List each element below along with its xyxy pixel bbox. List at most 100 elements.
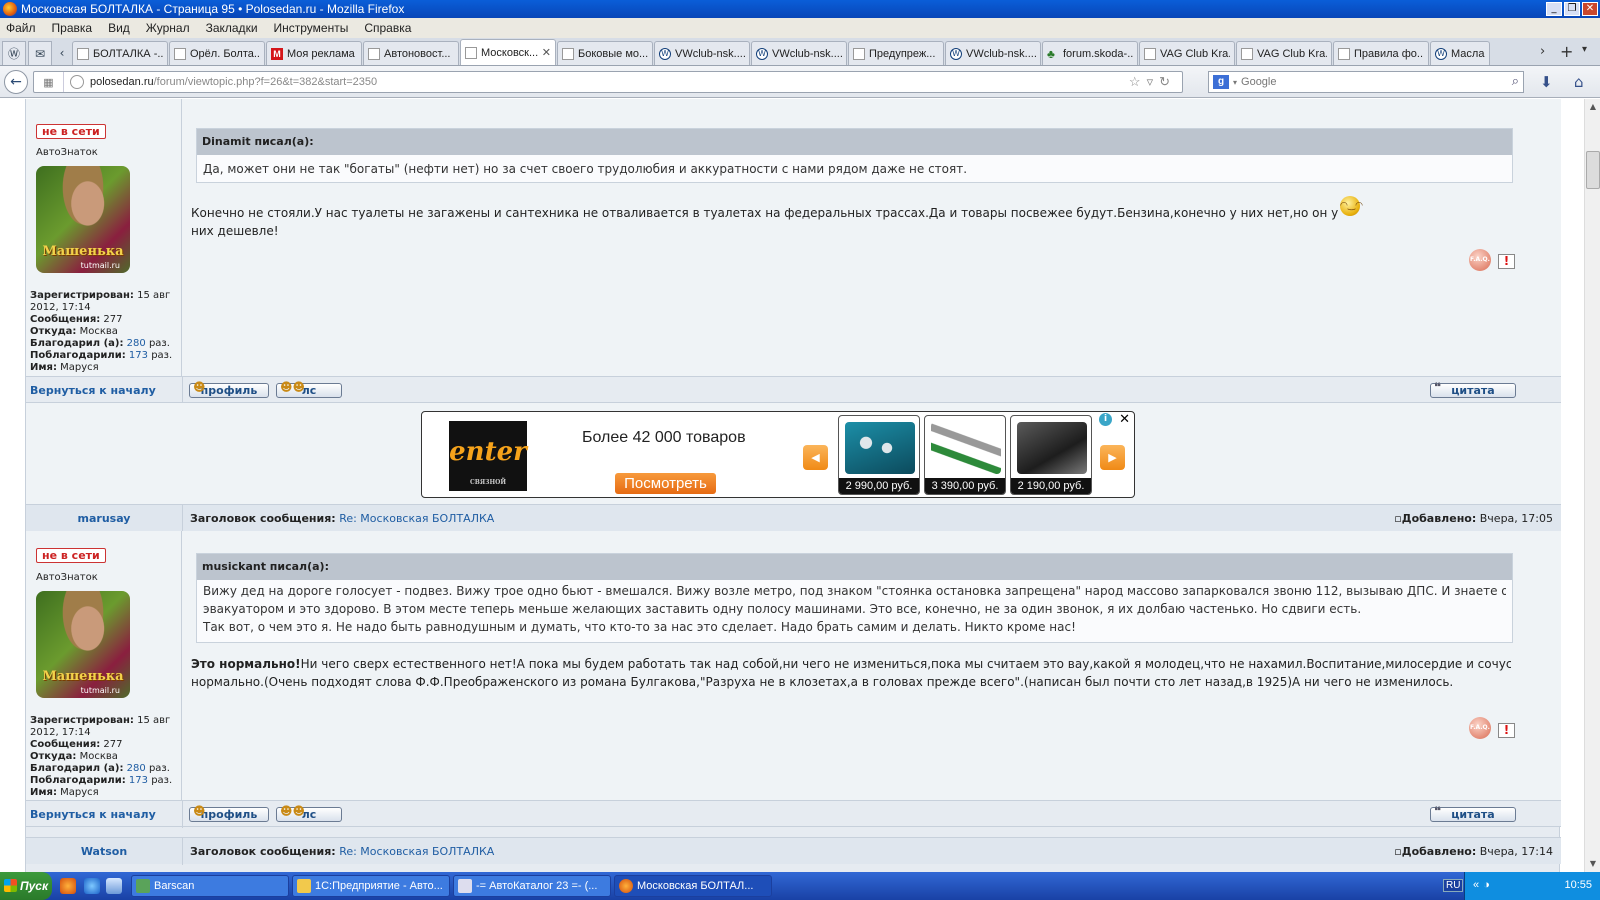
- tab-vagclub-2[interactable]: VAG Club Kra...: [1236, 41, 1332, 65]
- menu-view[interactable]: Вид: [108, 21, 130, 35]
- tab-warning[interactable]: Предупреж...: [848, 41, 944, 65]
- ad-prev-arrow-icon[interactable]: ◀: [803, 445, 828, 470]
- tab-rules[interactable]: Правила фо...: [1333, 41, 1429, 65]
- thanks-link[interactable]: 173: [129, 350, 148, 361]
- tab-vagclub-1[interactable]: VAG Club Kra...: [1139, 41, 1235, 65]
- address-bar[interactable]: ▦ polosedan.ru/forum/viewtopic.php?f=26&…: [33, 71, 1183, 93]
- ie-quicklaunch-icon[interactable]: [84, 878, 100, 894]
- report-icon[interactable]: !: [1498, 723, 1515, 738]
- profile-button[interactable]: ☻ профиль: [189, 381, 269, 398]
- tray-icons[interactable]: «◑: [1473, 879, 1494, 891]
- ad-close-icon[interactable]: ✕: [1119, 412, 1130, 427]
- new-tab-icon[interactable]: +: [1560, 42, 1573, 61]
- post-author[interactable]: Watson: [26, 845, 182, 858]
- tab-skoda[interactable]: ♣ forum.skoda-...: [1042, 41, 1138, 65]
- bookmarks-menu-icon[interactable]: ▦: [34, 72, 64, 92]
- menu-bookmarks[interactable]: Закладки: [206, 21, 258, 35]
- tree-icon: ♣: [1047, 46, 1055, 61]
- ad-headline: Более 42 000 товаров: [582, 429, 746, 446]
- avatar[interactable]: Машенька tutmail.ru: [36, 591, 130, 698]
- task-1c[interactable]: 1С:Предприятие - Авто...: [292, 875, 450, 897]
- page-icon: [77, 47, 89, 60]
- minimize-button[interactable]: _: [1546, 2, 1562, 16]
- bookmark-star-icon[interactable]: ☆: [1129, 74, 1147, 89]
- search-bar[interactable]: g ▾ Google ⌕: [1208, 71, 1524, 93]
- tab-moscow-active[interactable]: Московск... ✕: [460, 39, 556, 65]
- ad-product-2[interactable]: 3 390,00 руб.: [924, 415, 1006, 495]
- quote-button[interactable]: ❝ цитата: [1430, 380, 1516, 398]
- scrollbar-thumb[interactable]: [1586, 151, 1600, 189]
- task-autocatalog[interactable]: -= АвтоКаталог 23 =- (...: [453, 875, 611, 897]
- pinned-tab-vw[interactable]: Ⓦ: [2, 41, 26, 65]
- tab-list-icon[interactable]: ▾: [1582, 44, 1587, 55]
- pinned-tab-mail[interactable]: ✉: [28, 41, 52, 65]
- profile-button[interactable]: ☻ профиль: [189, 805, 269, 822]
- download-icon[interactable]: ⬇: [1540, 73, 1553, 91]
- tab-orel[interactable]: Орёл. Болта...: [169, 41, 265, 65]
- post-date: ▫Добавлено: Вчера, 17:05: [1394, 512, 1553, 525]
- task-firefox-active[interactable]: Московская БОЛТАЛ...: [614, 875, 772, 897]
- ad-product-1[interactable]: 2 990,00 руб.: [838, 415, 920, 495]
- menu-file[interactable]: Файл: [6, 21, 36, 35]
- thanks-link[interactable]: 173: [129, 775, 148, 786]
- search-icon[interactable]: ⌕: [1512, 73, 1519, 89]
- pm-button[interactable]: ☻☻ лс: [276, 805, 342, 822]
- ad-product-3[interactable]: 2 190,00 руб.: [1010, 415, 1092, 495]
- reload-icon[interactable]: ↻: [1159, 74, 1176, 89]
- tab-close-icon[interactable]: ✕: [542, 46, 551, 59]
- report-icon[interactable]: !: [1498, 254, 1515, 269]
- quote-icon: ❝: [1434, 380, 1442, 394]
- tab-my-ads[interactable]: M Моя реклама: [266, 41, 362, 65]
- tab-side-mirrors[interactable]: Боковые мо...: [557, 41, 653, 65]
- tab-autonews[interactable]: Автоновост...: [363, 41, 459, 65]
- maximize-button[interactable]: ❐: [1564, 2, 1580, 16]
- menu-edit[interactable]: Правка: [52, 21, 93, 35]
- enter-logo[interactable]: enter СВЯЗНОЙ: [449, 421, 527, 491]
- pm-button[interactable]: ☻☻ лс: [276, 381, 342, 398]
- engine-dropdown-icon[interactable]: ▾: [1233, 78, 1237, 87]
- faq-icon[interactable]: F.A.Q.: [1469, 717, 1491, 739]
- desktop-quicklaunch-icon[interactable]: [106, 878, 122, 894]
- scroll-up-icon[interactable]: ▲: [1585, 99, 1600, 115]
- thanked-link[interactable]: 280: [127, 763, 146, 774]
- search-placeholder: Google: [1241, 76, 1277, 88]
- tab-scroll-right-icon[interactable]: ›: [1540, 44, 1545, 59]
- menu-history[interactable]: Журнал: [146, 21, 190, 35]
- dropdown-icon[interactable]: ▿: [1147, 74, 1160, 89]
- google-icon[interactable]: g: [1213, 75, 1229, 89]
- post-subject-link[interactable]: Re: Московская БОЛТАЛКА: [339, 845, 494, 858]
- menu-tools[interactable]: Инструменты: [274, 21, 349, 35]
- post-2-header: marusay Заголовок сообщения: Re: Московс…: [26, 504, 1561, 532]
- ad-view-button[interactable]: Посмотреть: [615, 473, 716, 494]
- back-to-top-link[interactable]: Вернуться к началу: [30, 808, 156, 821]
- quote-button[interactable]: ❝ цитата: [1430, 805, 1516, 822]
- menu-help[interactable]: Справка: [364, 21, 411, 35]
- language-indicator[interactable]: RU: [1443, 879, 1464, 892]
- post-author[interactable]: marusay: [26, 512, 182, 525]
- tab-vwclub-3[interactable]: W VWclub-nsk....: [945, 41, 1041, 65]
- tab-vwclub-2[interactable]: W VWclub-nsk....: [751, 41, 847, 65]
- firefox-quicklaunch-icon[interactable]: [60, 878, 76, 894]
- tab-vwclub-1[interactable]: W VWclub-nsk....: [654, 41, 750, 65]
- tab-boltalka[interactable]: БОЛТАЛКА -...: [72, 41, 168, 65]
- back-button[interactable]: ←: [4, 70, 28, 94]
- post-subject-link[interactable]: Re: Московская БОЛТАЛКА: [339, 512, 494, 525]
- vertical-scrollbar[interactable]: ▲ ▼: [1584, 99, 1600, 872]
- scroll-down-icon[interactable]: ▼: [1585, 856, 1600, 872]
- ad-next-arrow-icon[interactable]: ▶: [1100, 445, 1125, 470]
- avatar[interactable]: Машенька tutmail.ru: [36, 166, 130, 273]
- faq-icon[interactable]: F.A.Q.: [1469, 249, 1491, 271]
- tab-oils[interactable]: W Масла: [1430, 41, 1490, 65]
- thanked-link[interactable]: 280: [127, 338, 146, 349]
- home-icon[interactable]: ⌂: [1574, 73, 1584, 91]
- back-to-top-link[interactable]: Вернуться к началу: [30, 384, 156, 397]
- ad-banner[interactable]: enter СВЯЗНОЙ Более 42 000 товаров Посмот…: [421, 411, 1135, 498]
- task-barscan[interactable]: Barscan: [131, 875, 289, 897]
- quote-block: Dinamit писал(а): Да, может они не так "…: [196, 128, 1513, 183]
- start-button[interactable]: Пуск: [0, 872, 52, 900]
- site-identity-icon[interactable]: [70, 75, 84, 89]
- url-actions[interactable]: ☆▿↻: [1129, 74, 1176, 90]
- info-icon[interactable]: i: [1099, 413, 1112, 426]
- tab-scroll-left[interactable]: ‹: [54, 41, 70, 65]
- close-window-button[interactable]: ✕: [1582, 2, 1598, 16]
